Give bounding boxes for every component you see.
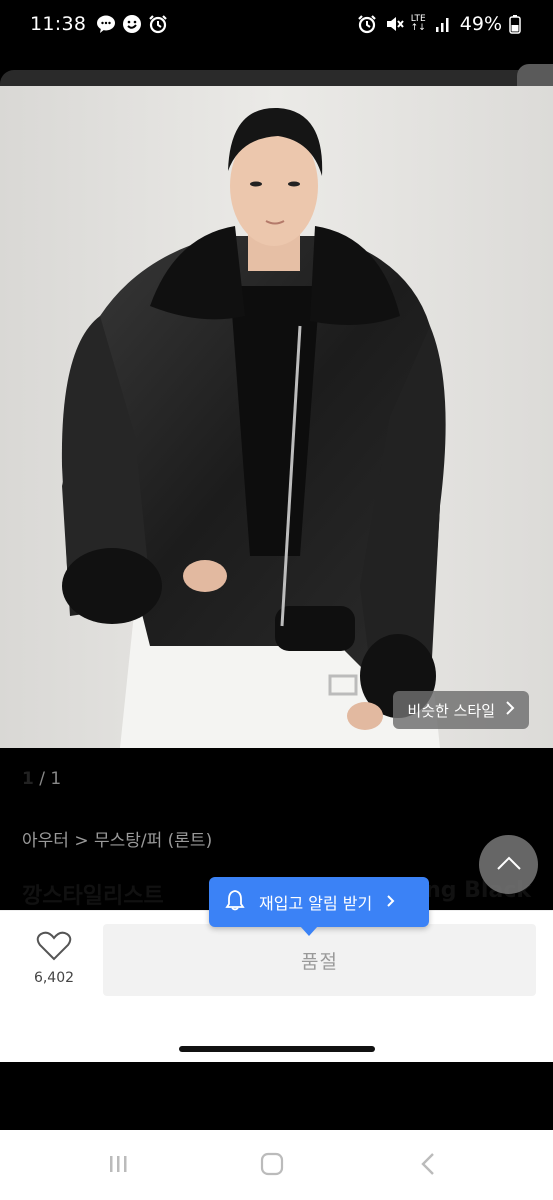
bottom-action-bar: 6,402 품절 xyxy=(0,910,553,1062)
image-counter-total: 1 xyxy=(50,769,62,789)
battery-icon xyxy=(509,14,521,34)
recents-icon xyxy=(106,1152,130,1180)
lte-icon: LTE ↑↓ xyxy=(411,15,426,33)
header-strip-button[interactable] xyxy=(517,64,553,86)
status-right: LTE ↑↓ 49% xyxy=(357,13,521,35)
image-counter: 1 / 1 xyxy=(22,769,61,789)
similar-style-button[interactable]: 비슷한 스타일 xyxy=(393,691,529,729)
back-icon xyxy=(418,1151,438,1181)
mute-icon xyxy=(384,14,404,34)
recents-button[interactable] xyxy=(100,1148,136,1184)
image-counter-sep: / xyxy=(39,769,45,789)
breadcrumb[interactable]: 아우터 > 무스탕/퍼 (론트) xyxy=(22,826,212,851)
chevron-right-icon xyxy=(386,893,395,912)
battery-percent: 49% xyxy=(459,13,502,35)
alarm-icon xyxy=(357,14,377,34)
status-bar: 11:38 LTE ↑↓ 49% xyxy=(0,0,553,52)
image-counter-current: 1 xyxy=(22,769,34,789)
home-indicator xyxy=(179,1046,375,1052)
alarm-icon xyxy=(148,14,168,34)
restock-tooltip-arrow xyxy=(300,926,318,936)
product-title-start: 깡스타일리스트 xyxy=(22,884,164,909)
home-icon xyxy=(259,1151,285,1181)
system-nav-bar xyxy=(0,1130,553,1200)
header-strip xyxy=(0,52,553,86)
messenger-icon xyxy=(122,14,142,34)
scroll-top-button[interactable] xyxy=(479,835,538,894)
chat-bubble-icon xyxy=(96,14,116,34)
like-count: 6,402 xyxy=(33,970,75,986)
home-button[interactable] xyxy=(254,1148,290,1184)
lte-arrows: ↑↓ xyxy=(410,23,426,33)
restock-alert-label: 재입고 알림 받기 xyxy=(259,894,373,913)
header-strip-bar xyxy=(0,70,553,86)
bell-icon xyxy=(225,889,245,915)
restock-alert-button[interactable]: 재입고 알림 받기 xyxy=(209,877,429,927)
product-photo-image xyxy=(0,86,553,748)
chevron-up-icon xyxy=(496,855,522,875)
back-button[interactable] xyxy=(410,1148,446,1184)
product-photo[interactable]: 비슷한 스타일 xyxy=(0,86,553,748)
heart-icon xyxy=(36,931,72,966)
soldout-button[interactable]: 품절 xyxy=(103,924,536,996)
similar-style-label: 비슷한 스타일 xyxy=(407,701,495,720)
signal-icon xyxy=(433,14,453,34)
like-button[interactable]: 6,402 xyxy=(26,930,82,986)
status-left: 11:38 xyxy=(30,13,168,35)
status-time: 11:38 xyxy=(30,13,87,35)
chevron-right-icon xyxy=(505,700,515,720)
black-gap xyxy=(0,1062,553,1130)
